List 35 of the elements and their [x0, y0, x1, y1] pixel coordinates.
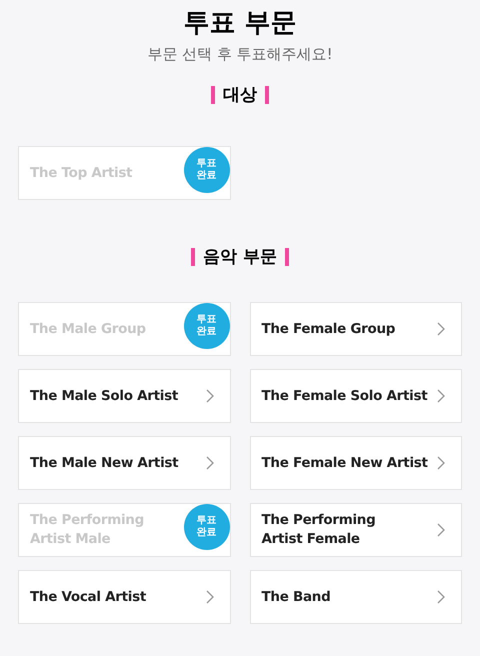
page-title: 투표 부문: [183, 7, 297, 40]
chevron-icon: [206, 590, 214, 604]
category-card[interactable]: The Male Solo Artist: [18, 369, 230, 423]
heading-marker: [191, 248, 196, 266]
page-subtitle: 부문 선택 후 투표해주세요!: [147, 44, 333, 64]
section-heading: 음악 부문: [203, 246, 277, 268]
category-label: The Band: [262, 588, 330, 606]
chevron-icon: [437, 389, 445, 403]
category-card[interactable]: The Female Group: [250, 302, 462, 356]
category-card[interactable]: The Male New Artist: [18, 436, 230, 490]
heading-marker: [265, 86, 269, 104]
vote-complete-badge: 투표 완료: [184, 147, 230, 193]
category-label: The Male New Artist: [30, 454, 178, 472]
category-label: The Female Solo Artist: [262, 386, 428, 406]
category-card[interactable]: The Band: [250, 570, 462, 624]
category-label: The Female Group: [262, 320, 396, 338]
category-card[interactable]: The Female Solo Artist: [250, 369, 462, 423]
vote-complete-badge: 투표 완료: [184, 504, 230, 550]
vote-complete-badge: 투표 완료: [184, 303, 230, 349]
category-label: The Male Solo Artist: [30, 386, 178, 406]
category-card[interactable]: The Vocal Artist: [18, 570, 230, 624]
category-card[interactable]: The Female New Artist: [250, 436, 462, 490]
category-label: The Vocal Artist: [30, 588, 146, 606]
chevron-icon: [206, 389, 214, 403]
chevron-icon: [437, 523, 445, 537]
chevron-icon: [437, 322, 445, 336]
chevron-icon: [206, 456, 214, 470]
category-card[interactable]: The Performing Artist Female: [250, 503, 462, 557]
section-heading: 대상: [223, 84, 257, 106]
heading-marker: [284, 248, 289, 266]
category-label: The Performing Artist Female: [262, 511, 376, 549]
chevron-icon: [437, 456, 445, 470]
chevron-icon: [437, 590, 445, 604]
category-label: The Female New Artist: [262, 454, 428, 472]
heading-marker: [211, 86, 215, 104]
